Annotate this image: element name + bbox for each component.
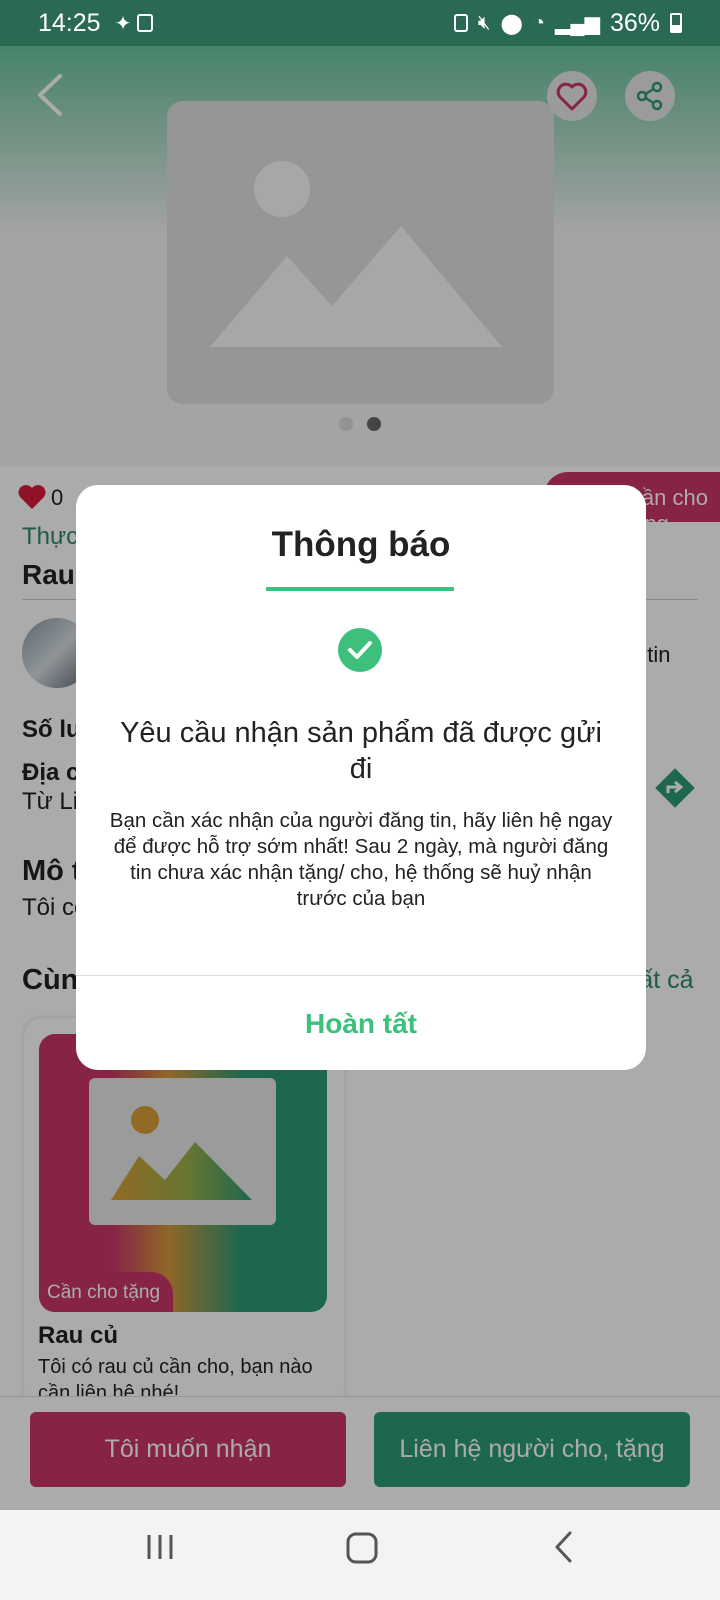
wifi-icon: ◔	[532, 11, 546, 34]
app-notification-icon: ✦	[114, 12, 132, 35]
check-icon	[348, 641, 372, 659]
dialog-divider	[76, 975, 646, 976]
status-time: 14:25	[38, 8, 101, 37]
location-icon: ⬤	[500, 12, 523, 35]
recent-apps-icon[interactable]	[145, 1532, 175, 1562]
dialog-body: Bạn cần xác nhận của người đăng tin, hãy…	[109, 809, 613, 910]
battery-icon	[670, 13, 682, 33]
mute-icon: 🔇︎	[477, 11, 491, 34]
recycle-icon	[453, 14, 468, 32]
success-check	[338, 628, 382, 672]
signal-icon: ▂▄▆	[555, 12, 600, 35]
dialog-title: Thông báo	[271, 525, 451, 564]
status-bar: 14:25 ✦ 🔇︎ ⬤ ◔ ▂▄▆ 36%	[0, 0, 720, 46]
done-button[interactable]: Hoàn tất	[76, 977, 646, 1070]
battery-percent: 36%	[609, 8, 660, 37]
system-nav-bar	[0, 1510, 720, 1600]
dialog-heading: Yêu cầu nhận sản phẩm đã được gửi đi	[120, 717, 602, 785]
home-icon[interactable]	[346, 1532, 378, 1564]
notification-dialog: Thông báo Yêu cầu nhận sản phẩm đã được …	[76, 485, 646, 1070]
app-notification-icon-2	[137, 14, 154, 32]
nav-back-icon[interactable]	[552, 1530, 576, 1564]
title-underline	[266, 587, 454, 591]
